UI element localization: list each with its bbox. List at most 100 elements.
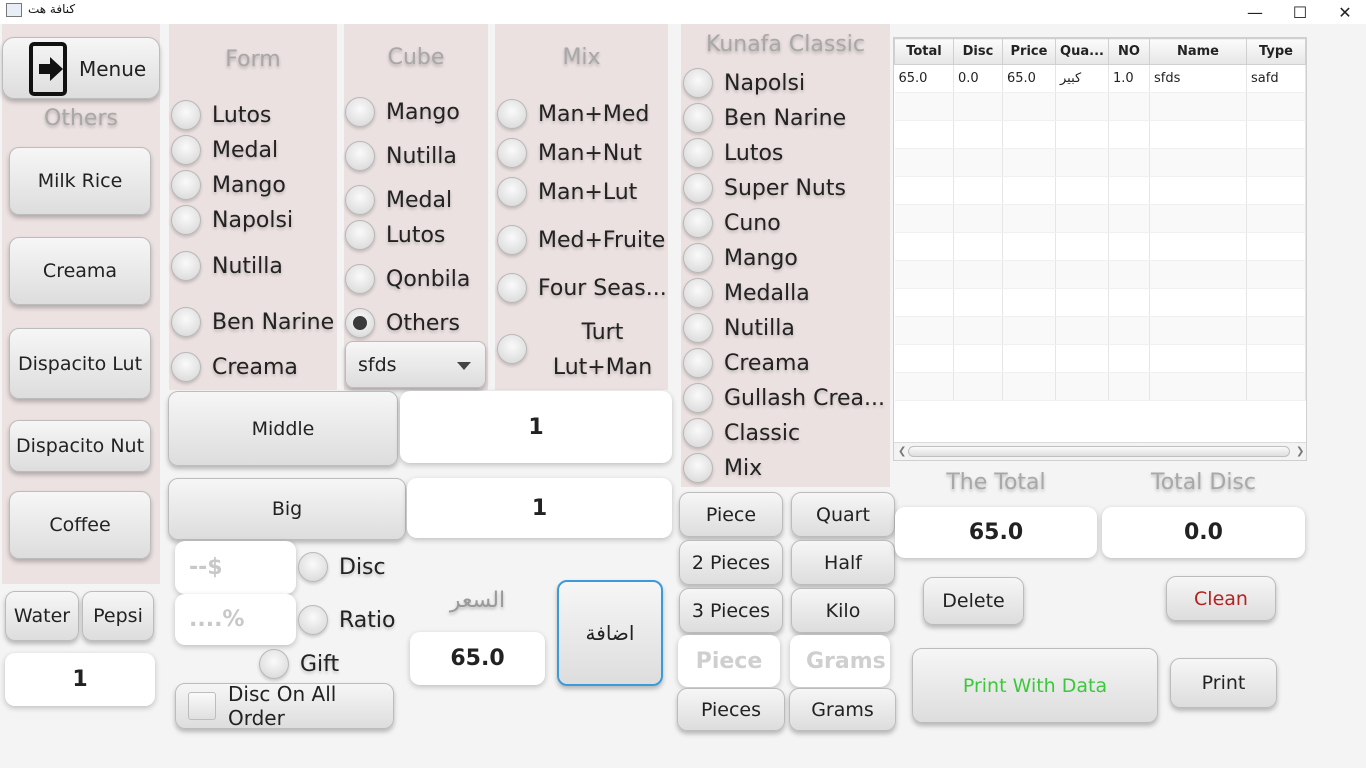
kunafa-option-ben-narine[interactable]: Ben Narine [683, 103, 846, 133]
radio-circle[interactable] [683, 453, 713, 483]
piece-count-input[interactable]: Piece [678, 635, 780, 687]
radio-circle[interactable] [683, 243, 713, 273]
scroll-left-icon[interactable]: ❮ [898, 446, 906, 457]
radio-circle[interactable] [345, 97, 375, 127]
middle-size-button[interactable]: Middle [168, 391, 398, 466]
radio-circle[interactable] [683, 418, 713, 448]
radio-circle[interactable] [683, 278, 713, 308]
form-option-napolsi[interactable]: Napolsi [171, 205, 293, 235]
radio-circle[interactable] [171, 352, 201, 382]
ratio-radio[interactable]: Ratio [298, 605, 395, 635]
radio-circle[interactable] [683, 138, 713, 168]
mix-option-turt-lut-man[interactable] [497, 334, 538, 364]
kunafa-option-creama[interactable]: Creama [683, 348, 810, 378]
three-pieces-button[interactable]: 3 Pieces [679, 588, 783, 633]
scroll-right-icon[interactable]: ❯ [1296, 446, 1304, 457]
pepsi-button[interactable]: Pepsi [82, 591, 154, 641]
kunafa-option-super-nuts[interactable]: Super Nuts [683, 173, 846, 203]
radio-circle[interactable] [345, 141, 375, 171]
discount-percent-input[interactable]: ....% [175, 594, 296, 645]
radio-circle[interactable] [683, 68, 713, 98]
cube-option-mango[interactable]: Mango [345, 97, 460, 127]
clean-button[interactable]: Clean [1166, 576, 1276, 621]
mix-option-man-med[interactable]: Man+Med [497, 99, 649, 129]
kunafa-option-classic[interactable]: Classic [683, 418, 800, 448]
half-button[interactable]: Half [791, 540, 895, 585]
radio-circle[interactable] [683, 383, 713, 413]
print-with-data-button[interactable]: Print With Data [912, 648, 1158, 723]
milk-rice-button[interactable]: Milk Rice [9, 147, 151, 215]
radio-circle[interactable] [683, 103, 713, 133]
price-value-field[interactable]: 65.0 [410, 632, 545, 685]
column-no[interactable]: NO [1108, 38, 1150, 65]
kunafa-option-medalla[interactable]: Medalla [683, 278, 810, 308]
water-button[interactable]: Water [5, 591, 79, 641]
radio-circle[interactable] [497, 177, 527, 207]
disc-on-all-order-checkbox[interactable]: Disc On All Order [175, 682, 394, 730]
radio-circle[interactable] [171, 100, 201, 130]
discount-amount-input[interactable]: --$ [175, 541, 296, 594]
radio-circle[interactable] [259, 649, 289, 679]
radio-circle[interactable] [171, 135, 201, 165]
mix-option-four-seasons[interactable]: Four Seas... [497, 273, 667, 303]
kilo-button[interactable]: Kilo [791, 588, 895, 633]
cube-option-lutos[interactable]: Lutos [345, 220, 445, 250]
table-row[interactable]: 65.0 0.0 65.0 كبير 1.0 sfds safd [894, 64, 1306, 93]
radio-circle[interactable] [497, 273, 527, 303]
two-pieces-button[interactable]: 2 Pieces [679, 540, 783, 585]
kunafa-option-gullash-creama[interactable]: Gullash Crea... [683, 383, 885, 413]
middle-quantity-field[interactable]: 1 [400, 391, 672, 463]
close-button[interactable]: ✕ [1322, 0, 1366, 24]
cube-dropdown[interactable]: sfds [345, 341, 486, 388]
mix-option-man-nut[interactable]: Man+Nut [497, 138, 642, 168]
radio-circle[interactable] [683, 173, 713, 203]
minimize-button[interactable]: — [1232, 0, 1278, 24]
kunafa-option-nutilla[interactable]: Nutilla [683, 313, 795, 343]
column-quantity[interactable]: Qua... [1055, 38, 1109, 65]
horizontal-scrollbar[interactable]: ❮ ❯ [894, 442, 1306, 460]
radio-circle[interactable] [171, 205, 201, 235]
radio-circle[interactable] [497, 334, 527, 364]
orders-table[interactable]: Total Disc Price Qua... NO Name Type 65.… [893, 37, 1307, 461]
coffee-button[interactable]: Coffee [9, 491, 151, 559]
kunafa-option-mango[interactable]: Mango [683, 243, 798, 273]
radio-circle[interactable] [345, 264, 375, 294]
radio-circle[interactable] [683, 208, 713, 238]
radio-circle[interactable] [497, 225, 527, 255]
cube-option-others[interactable]: Others [345, 308, 460, 338]
form-option-creama[interactable]: Creama [171, 352, 298, 382]
others-quantity-field[interactable]: 1 [5, 653, 155, 706]
radio-circle[interactable] [683, 313, 713, 343]
big-quantity-field[interactable]: 1 [407, 478, 672, 538]
kunafa-option-mix[interactable]: Mix [683, 453, 762, 483]
form-option-ben-narine[interactable]: Ben Narine [171, 307, 334, 337]
radio-circle-selected[interactable] [345, 308, 375, 338]
radio-circle[interactable] [298, 605, 328, 635]
quart-button[interactable]: Quart [791, 492, 895, 537]
column-total[interactable]: Total [894, 38, 954, 65]
pieces-button[interactable]: Pieces [677, 688, 785, 731]
column-type[interactable]: Type [1246, 38, 1306, 65]
menu-button[interactable]: Menue [2, 37, 160, 99]
kunafa-option-napolsi[interactable]: Napolsi [683, 68, 805, 98]
radio-circle[interactable] [345, 185, 375, 215]
gift-radio[interactable]: Gift [259, 649, 339, 679]
add-button[interactable]: اضافة [557, 580, 663, 686]
form-option-nutilla[interactable]: Nutilla [171, 251, 283, 281]
column-price[interactable]: Price [1002, 38, 1056, 65]
radio-circle[interactable] [497, 138, 527, 168]
radio-circle[interactable] [497, 99, 527, 129]
radio-circle[interactable] [171, 170, 201, 200]
piece-button[interactable]: Piece [679, 492, 783, 537]
radio-circle[interactable] [345, 220, 375, 250]
creama-button[interactable]: Creama [9, 237, 151, 305]
scrollbar-thumb[interactable] [908, 446, 1290, 457]
column-disc[interactable]: Disc [953, 38, 1003, 65]
cube-option-nutilla[interactable]: Nutilla [345, 141, 457, 171]
big-size-button[interactable]: Big [168, 478, 406, 540]
maximize-button[interactable]: ☐ [1277, 0, 1323, 24]
radio-circle[interactable] [298, 552, 328, 582]
dispacito-nut-button[interactable]: Dispacito Nut [9, 420, 151, 472]
checkbox-box[interactable] [188, 692, 216, 720]
grams-button[interactable]: Grams [789, 688, 896, 731]
